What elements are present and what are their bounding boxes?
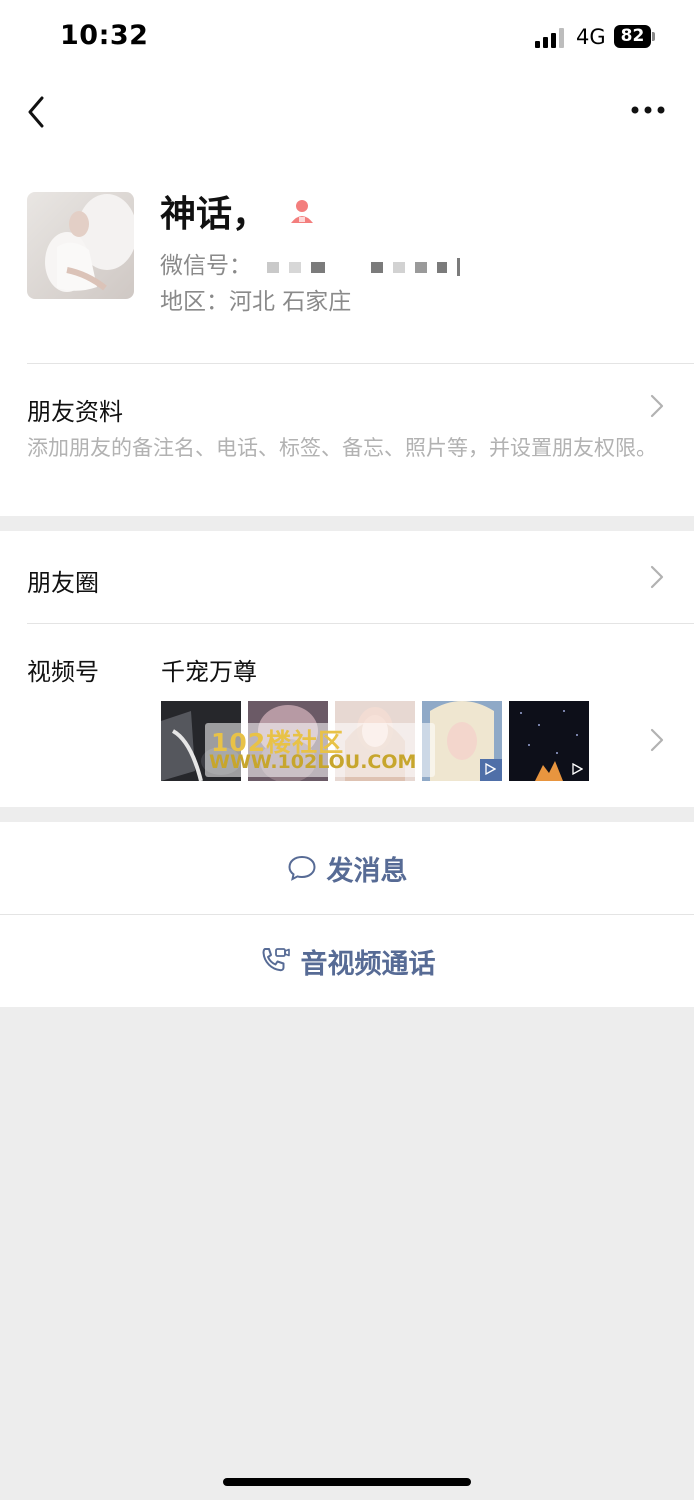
region-line: 地区：河北 石家庄 (160, 282, 351, 316)
moments-row[interactable]: 朋友圈 (0, 531, 694, 623)
moments-title: 朋友圈 (27, 569, 99, 597)
battery-icon: 82 (614, 25, 656, 48)
more-dots-icon (631, 106, 665, 114)
home-indicator (223, 1478, 471, 1486)
nav-bar (0, 76, 694, 152)
region-value: 河北 石家庄 (229, 289, 352, 315)
friend-info-title: 朋友资料 (27, 398, 123, 426)
profile-header: 神话， 微信号： 地区：河北 石家庄 (0, 152, 694, 364)
avatar[interactable] (27, 192, 134, 299)
more-options-button[interactable] (622, 100, 674, 120)
status-time: 10:32 (60, 20, 149, 51)
play-icon (572, 763, 583, 775)
wechat-id-label: 微信号： (160, 253, 252, 279)
contact-name: 神话， (160, 194, 269, 235)
chevron-left-icon (28, 96, 44, 128)
chevron-right-icon (650, 728, 664, 752)
video-call-button[interactable]: 音视频通话 (0, 915, 694, 1007)
channels-title: 视频号 (27, 658, 99, 686)
chevron-right-icon (650, 394, 664, 418)
region-label: 地区： (160, 289, 229, 315)
network-type: 4G (576, 25, 606, 49)
send-message-button[interactable]: 发消息 (0, 822, 694, 914)
friend-info-description: 添加朋友的备注名、电话、标签、备忘、照片等，并设置朋友权限。 (27, 436, 657, 460)
back-button[interactable] (22, 92, 56, 132)
signal-icon (535, 28, 565, 48)
friend-info-row[interactable]: 朋友资料 添加朋友的备注名、电话、标签、备忘、照片等，并设置朋友权限。 (0, 364, 694, 516)
female-gender-icon (291, 200, 314, 223)
channels-name: 千宠万尊 (161, 658, 257, 686)
battery-level: 82 (614, 25, 651, 48)
play-icon (485, 763, 496, 775)
name-row: 神话， (160, 188, 316, 235)
video-call-label: 音视频通话 (300, 948, 436, 980)
chevron-right-icon (650, 565, 664, 589)
wechat-id-masked (267, 254, 470, 280)
video-thumbnail[interactable] (509, 701, 589, 781)
watermark-url: WWW.102LOU.COM (209, 751, 417, 773)
phone-video-icon (262, 948, 290, 972)
contact-profile-page: 10:32 4G 82 神话， 微信号： 地区：河北 石家庄 朋友资料 添加朋友… (0, 0, 694, 1500)
send-message-label: 发消息 (326, 855, 408, 887)
wechat-id-line: 微信号： (160, 246, 470, 280)
chat-bubble-icon (287, 855, 316, 881)
watermark: 102楼社区 WWW.102LOU.COM (205, 723, 435, 777)
status-bar: 10:32 4G 82 (0, 0, 694, 76)
